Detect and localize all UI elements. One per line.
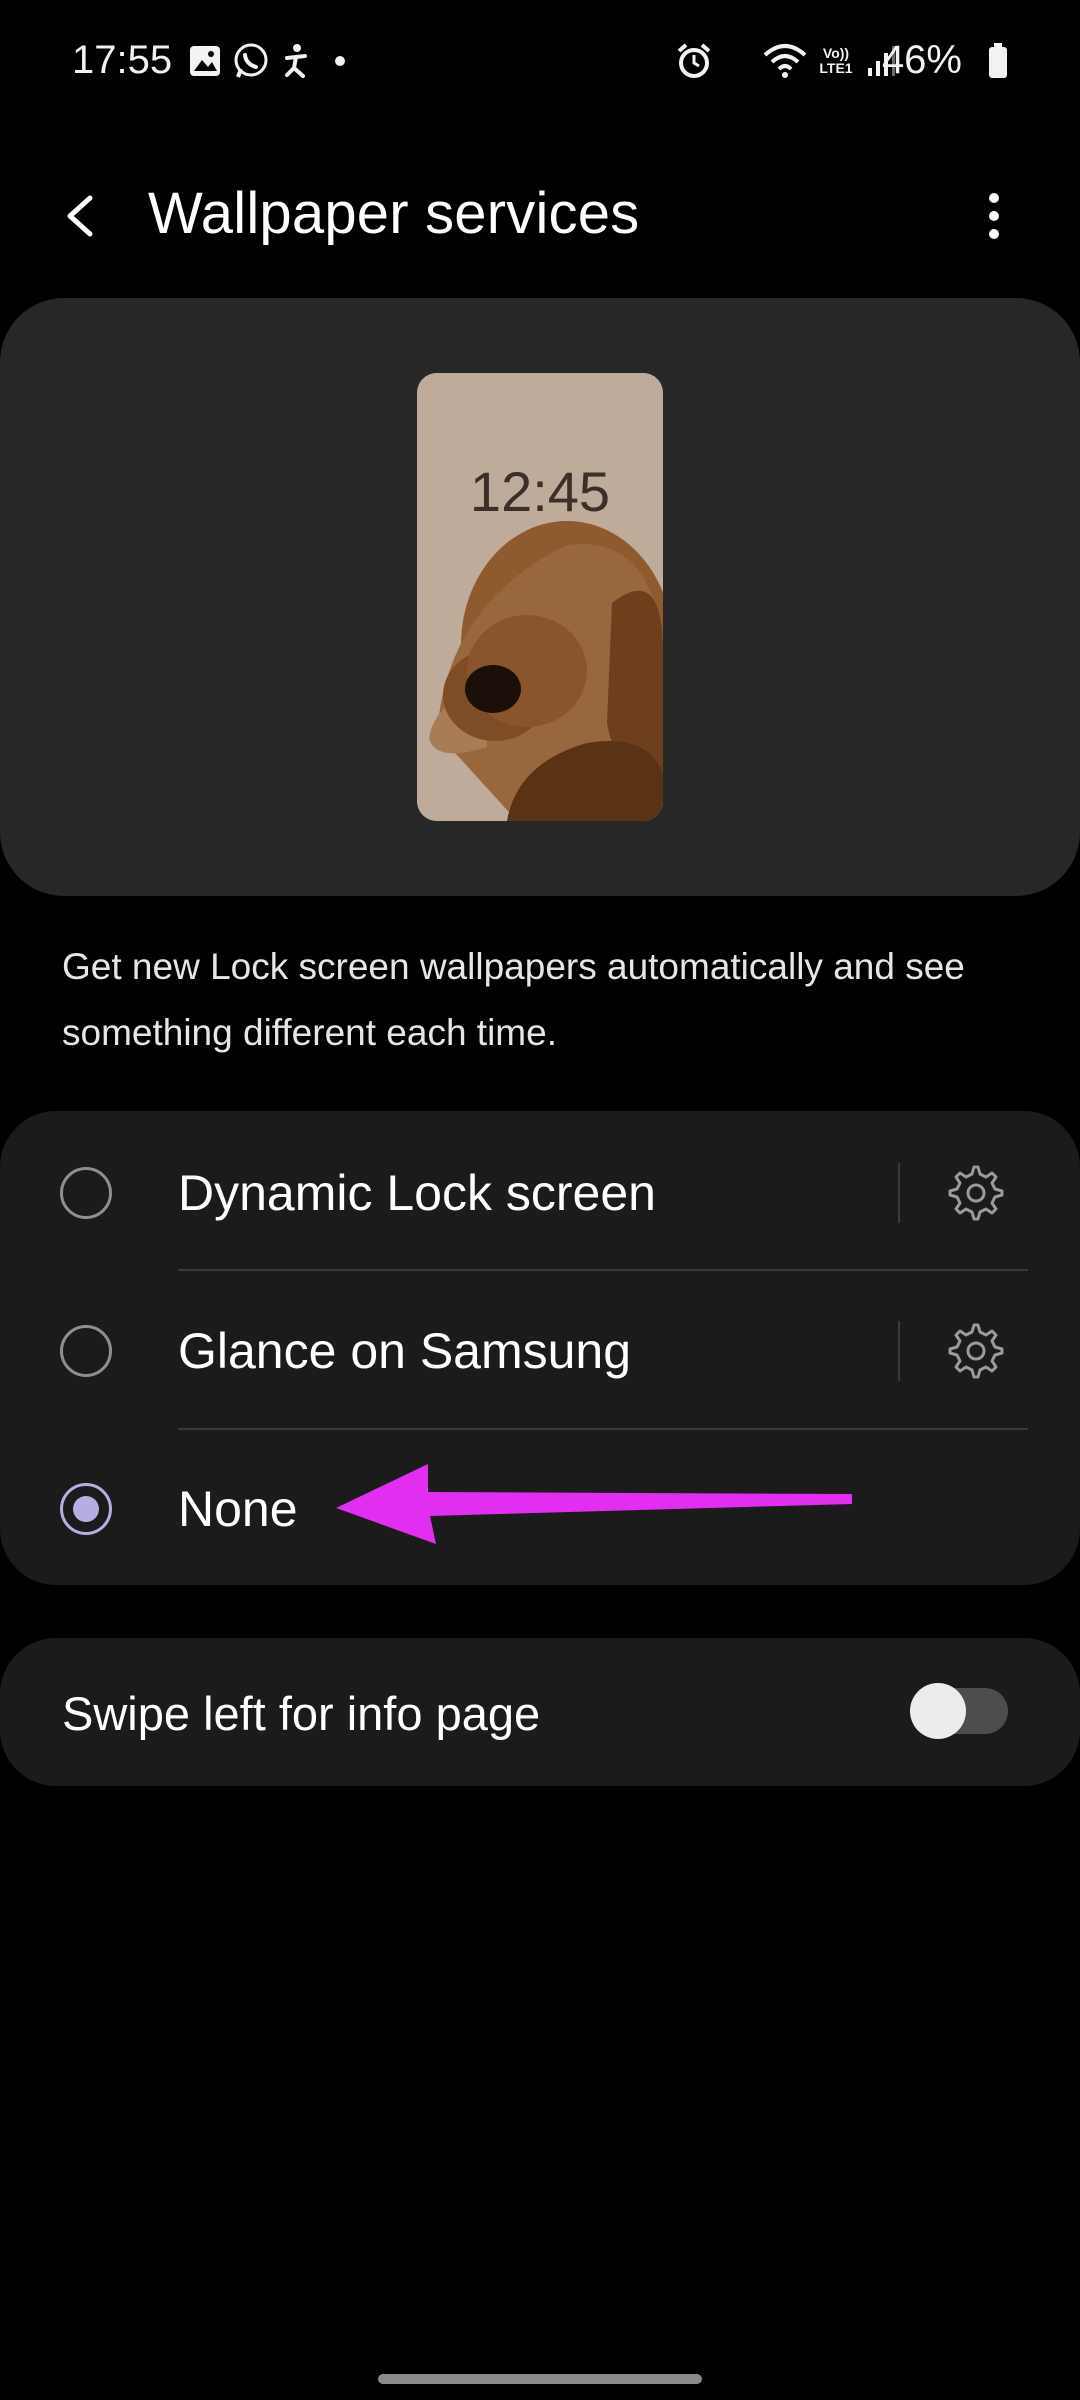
option-glance-on-samsung[interactable]: Glance on Samsung bbox=[0, 1272, 1080, 1430]
accessibility-icon bbox=[276, 38, 316, 84]
switch-knob[interactable] bbox=[910, 1683, 966, 1739]
option-dynamic-lock-screen[interactable]: Dynamic Lock screen bbox=[0, 1114, 1080, 1272]
annotation-arrow bbox=[336, 1464, 852, 1544]
page-title: Wallpaper services bbox=[148, 181, 640, 246]
option-label: None bbox=[178, 1481, 298, 1537]
row-divider bbox=[178, 1269, 1028, 1271]
option-label: Glance on Samsung bbox=[178, 1323, 632, 1379]
radio-button[interactable] bbox=[60, 1167, 112, 1219]
lock-screen-preview: 12:45 bbox=[417, 373, 663, 821]
gear-icon[interactable] bbox=[946, 1321, 1006, 1381]
gallery-icon bbox=[184, 38, 226, 84]
more-vertical-icon bbox=[989, 193, 999, 239]
more-options-button[interactable] bbox=[968, 180, 1020, 252]
radio-button[interactable] bbox=[60, 1325, 112, 1377]
lock-screen-clock: 12:45 bbox=[469, 460, 611, 523]
navigation-handle[interactable] bbox=[378, 2374, 702, 2384]
status-time: 17:55 bbox=[72, 38, 173, 82]
battery-icon bbox=[986, 38, 1010, 84]
description-text: Get new Lock screen wallpapers automatic… bbox=[62, 946, 965, 1053]
divider bbox=[898, 1163, 900, 1223]
radio-button-selected[interactable] bbox=[60, 1483, 112, 1535]
whatsapp-icon bbox=[228, 38, 274, 84]
chevron-left-icon bbox=[67, 195, 93, 237]
volte-icon: Vo)) LTE1 bbox=[819, 45, 853, 76]
battery-percent: 46% bbox=[881, 38, 962, 82]
toggle-label: Swipe left for info page bbox=[62, 1687, 541, 1740]
option-label: Dynamic Lock screen bbox=[178, 1165, 656, 1221]
alarm-icon bbox=[672, 38, 716, 84]
gear-icon[interactable] bbox=[946, 1163, 1006, 1223]
wifi-icon bbox=[760, 38, 810, 84]
dog-wallpaper-illustration bbox=[417, 373, 663, 821]
back-button[interactable] bbox=[56, 180, 116, 252]
divider bbox=[898, 1321, 900, 1381]
dot-icon bbox=[332, 38, 348, 84]
